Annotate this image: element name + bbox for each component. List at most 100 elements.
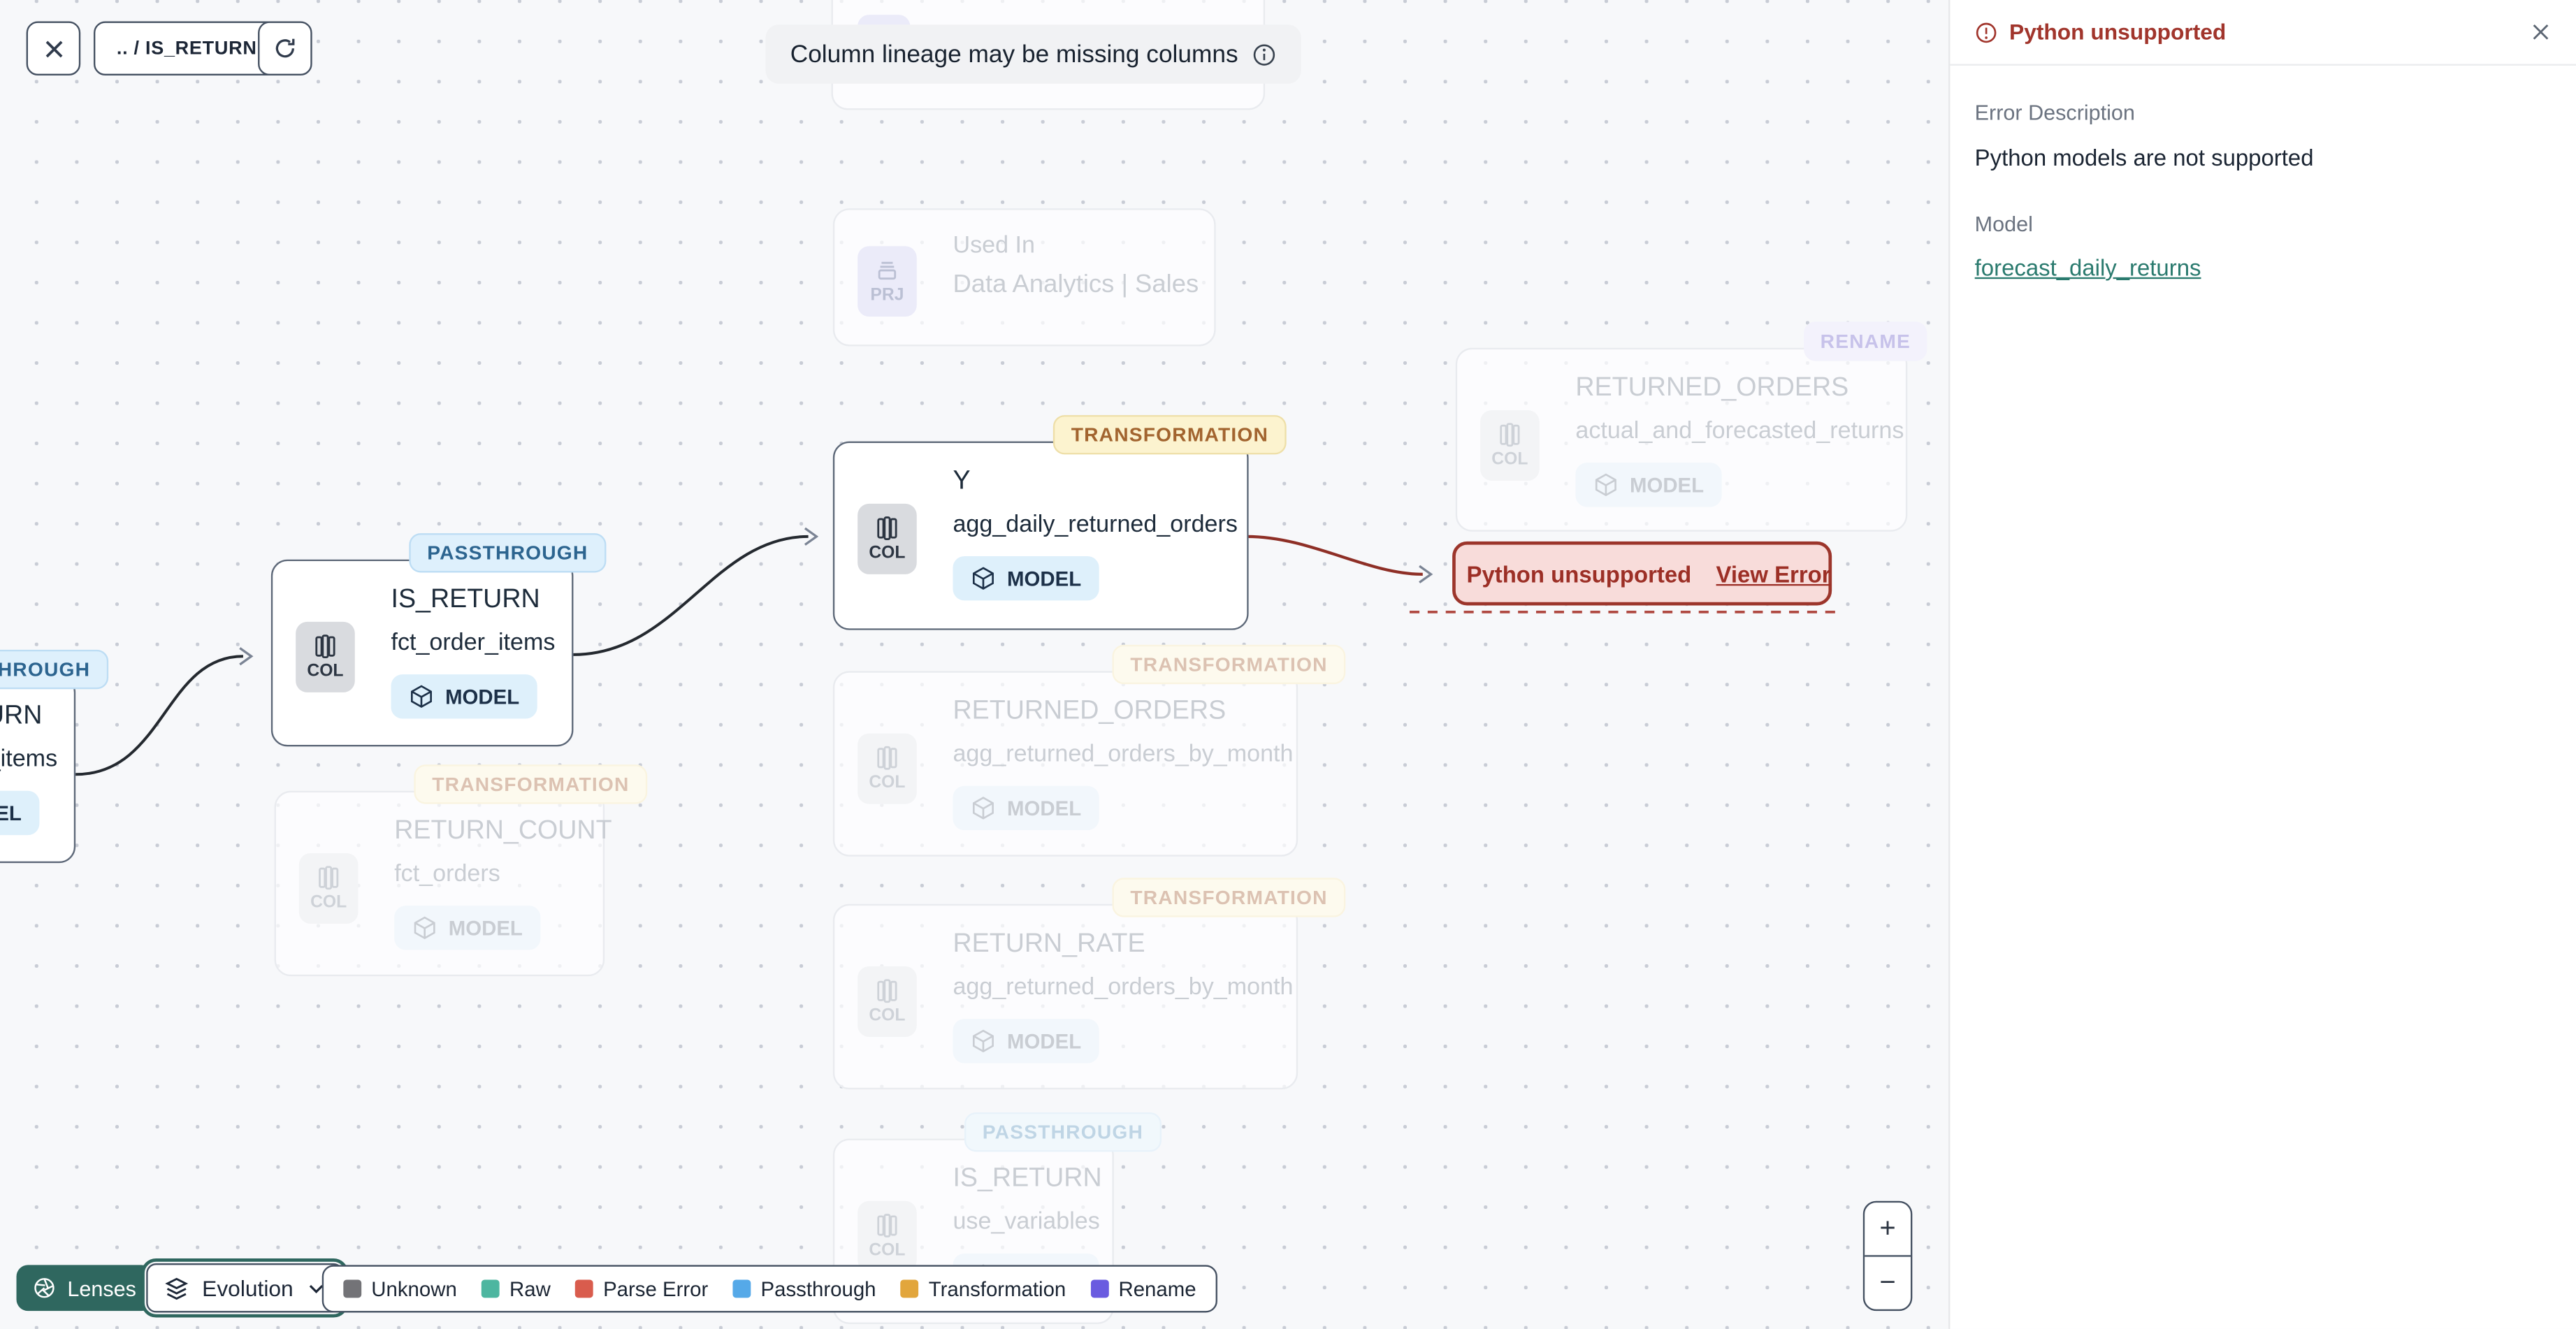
node-subtitle: agg_daily_returned_orders [953,511,1238,539]
columns-glyph [877,979,897,1003]
cube-icon [972,797,994,820]
passthrough-badge: PASSTHROUGH [409,533,607,573]
transformation-badge: TRANSFORMATION [1112,878,1346,917]
lenses-button[interactable]: Lenses [16,1265,153,1312]
close-icon [2533,24,2549,40]
node-subtitle: agg_returned_orders_by_month [953,741,1294,768]
column-icon: COL [1480,410,1540,481]
model-label: Model [1974,211,2033,237]
error-description-label: Error Description [1974,100,2135,125]
app: eting PRJ Used In Data Analytics | Sales… [0,0,2576,1329]
lineage-node-fct-order-items-cut[interactable]: PASSTHROUGH IS_RETURN fct_order_items MO… [0,649,109,864]
columns-glyph [315,634,335,659]
lenses-label: Lenses [67,1275,136,1300]
model-label: MODEL [1629,473,1705,497]
lineage-canvas[interactable]: eting PRJ Used In Data Analytics | Sales… [0,0,1949,1329]
legend-item-raw: Raw [482,1277,551,1300]
passthrough-badge: PASSTHROUGH [0,649,109,690]
panel-title-text: Python unsupported [2009,20,2227,45]
model-label: MODEL [1007,1029,1082,1053]
refresh-button[interactable] [258,21,312,76]
warning-circle-icon [1976,22,1997,43]
lineage-node-return-rate[interactable]: TRANSFORMATION COL RETURN_RATE agg_retur… [832,878,1346,1090]
column-icon: COL [858,1200,917,1272]
model-label: MODEL [1007,567,1082,590]
columns-glyph [877,516,897,540]
icon-label: COL [869,1005,906,1026]
column-icon: COL [298,853,359,924]
columns-glyph [1500,423,1520,447]
node-title: RETURN_RATE [953,930,1145,959]
model-label: MODEL [448,916,523,940]
aperture-icon [34,1278,55,1298]
icon-label: COL [869,543,906,563]
error-node-python-unsupported[interactable]: Python unsupported View Error [1452,541,1832,606]
legend-item-parse-error: Parse Error [575,1277,708,1300]
zoom-in-button[interactable]: + [1865,1203,1911,1257]
info-icon[interactable] [1251,42,1275,66]
cube-icon [414,916,435,940]
error-description-value: Python models are not supported [1974,144,2314,171]
node-subtitle: agg_returned_orders_by_month [953,974,1294,1001]
panel-close-button[interactable] [2530,22,2552,43]
node-subtitle: use_variables [953,1209,1100,1236]
legend-swatch [732,1279,751,1298]
lens-legend: Unknown Raw Parse Error Passthrough Tran… [321,1265,1218,1313]
column-icon: COL [858,733,917,804]
refresh-icon [275,38,295,58]
model-label: MODEL [445,685,520,709]
node-subtitle: fct_order_items [391,630,556,657]
columns-glyph [319,866,339,890]
node-subtitle: fct_orders [394,861,500,888]
node-subtitle: actual_and_forecasted_returns [1575,418,1904,445]
model-chip: MODEL [0,790,40,836]
panel-header: Python unsupported [1950,0,2576,66]
transformation-badge: TRANSFORMATION [1052,415,1287,455]
node-title: Y [953,467,971,496]
legend-swatch [343,1279,362,1298]
model-chip: MODEL [953,556,1100,601]
legend-item-unknown: Unknown [343,1277,457,1300]
model-chip: MODEL [391,674,538,719]
breadcrumb[interactable]: .. / IS_RETURN [93,21,280,76]
column-icon: COL [858,966,917,1037]
legend-item-rename: Rename [1090,1277,1196,1300]
breadcrumb-label: .. / IS_RETURN [116,38,257,59]
cube-icon [972,1029,994,1053]
close-icon [45,40,62,57]
node-subtitle: Data Analytics | Sales [953,270,1199,299]
lineage-node-fct-orders[interactable]: TRANSFORMATION COL RETURN_COUNT fct_orde… [274,764,648,977]
model-link[interactable]: forecast_daily_returns [1975,254,2201,281]
zoom-out-button[interactable]: − [1865,1257,1911,1309]
close-lineage-button[interactable] [26,21,81,76]
columns-glyph [877,1214,897,1237]
lens-select[interactable]: Evolution [146,1263,343,1313]
cube-icon [410,685,432,709]
lineage-node-fct-order-items[interactable]: PASSTHROUGH COL IS_RETURN fct_order_item… [270,533,607,747]
legend-swatch [900,1279,919,1298]
passthrough-badge: PASSTHROUGH [964,1112,1162,1152]
panel-title: Python unsupported [1975,20,2227,45]
lens-select-focus-ring: Evolution [141,1258,348,1318]
node-title: IS_RETURN [953,1165,1102,1193]
lineage-node-used-in[interactable]: PRJ Used In Data Analytics | Sales [832,208,1216,347]
cube-icon [972,567,994,590]
cube-icon [1595,473,1616,497]
legend-item-passthrough: Passthrough [732,1277,876,1300]
lineage-node-agg-returned-orders-by-month[interactable]: TRANSFORMATION COL RETURNED_ORDERS agg_r… [832,644,1346,857]
view-error-link[interactable]: View Error [1716,560,1831,587]
rename-badge: RENAME [1804,321,1927,361]
icon-label: COL [1491,449,1528,470]
legend-swatch [482,1279,500,1298]
model-chip: MODEL [953,1019,1100,1063]
model-label: MODEL [0,801,22,825]
icon-label: COL [869,1240,906,1261]
model-chip: MODEL [953,785,1100,831]
tray-stack-glyph [878,261,897,280]
lineage-node-actual-and-forecasted-returns[interactable]: RENAME COL RETURNED_ORDERS actual_and_fo… [1455,321,1927,532]
column-icon: COL [858,503,917,574]
column-icon: COL [296,621,355,692]
lineage-warning-banner: Column lineage may be missing columns [765,24,1301,84]
node-title: RETURNED_ORDERS [953,697,1227,725]
lineage-node-agg-daily-returned-orders[interactable]: TRANSFORMATION COL Y agg_daily_returned_… [832,415,1287,630]
